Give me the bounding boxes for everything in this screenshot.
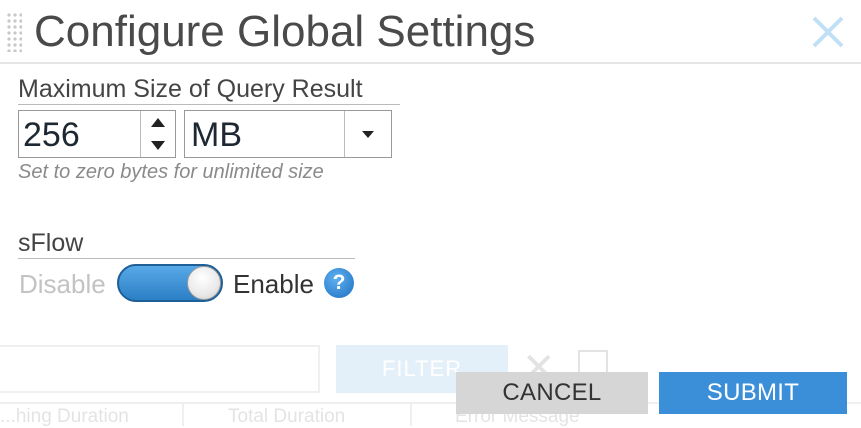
query-size-input[interactable]: 256: [18, 110, 176, 158]
query-size-hint: Set to zero bytes for unlimited size: [18, 161, 324, 183]
toggle-knob: [187, 266, 221, 300]
drag-handle-icon[interactable]: [6, 12, 22, 52]
sflow-label: sFlow: [18, 229, 84, 257]
unit-select-value: MB: [191, 116, 242, 154]
arrow-down-icon: [151, 141, 165, 150]
dialog-title: Configure Global Settings: [34, 7, 536, 56]
title-divider: [0, 62, 861, 64]
query-size-label: Maximum Size of Query Result: [18, 75, 363, 103]
submit-button[interactable]: SUBMIT: [659, 372, 847, 414]
sflow-divider: [18, 258, 355, 259]
query-size-value: 256: [23, 116, 80, 154]
sflow-toggle[interactable]: [117, 264, 223, 302]
help-icon[interactable]: ?: [324, 268, 354, 298]
query-size-divider: [18, 104, 400, 105]
query-size-stepper: [140, 111, 175, 157]
background-column-header: Total Duration: [228, 406, 346, 427]
sflow-enable-label: Enable: [233, 269, 314, 299]
chevron-down-icon: [362, 130, 374, 138]
unit-select[interactable]: MB: [184, 110, 392, 158]
decrement-button[interactable]: [141, 134, 175, 157]
background-column-header: ...hing Duration: [0, 406, 129, 427]
close-icon[interactable]: [806, 10, 850, 54]
cancel-button[interactable]: CANCEL: [456, 372, 648, 414]
background-search-input: [0, 345, 320, 393]
arrow-up-icon: [151, 118, 165, 127]
sflow-disable-label: Disable: [19, 269, 106, 299]
unit-dropdown-button[interactable]: [344, 111, 391, 157]
increment-button[interactable]: [141, 111, 175, 134]
